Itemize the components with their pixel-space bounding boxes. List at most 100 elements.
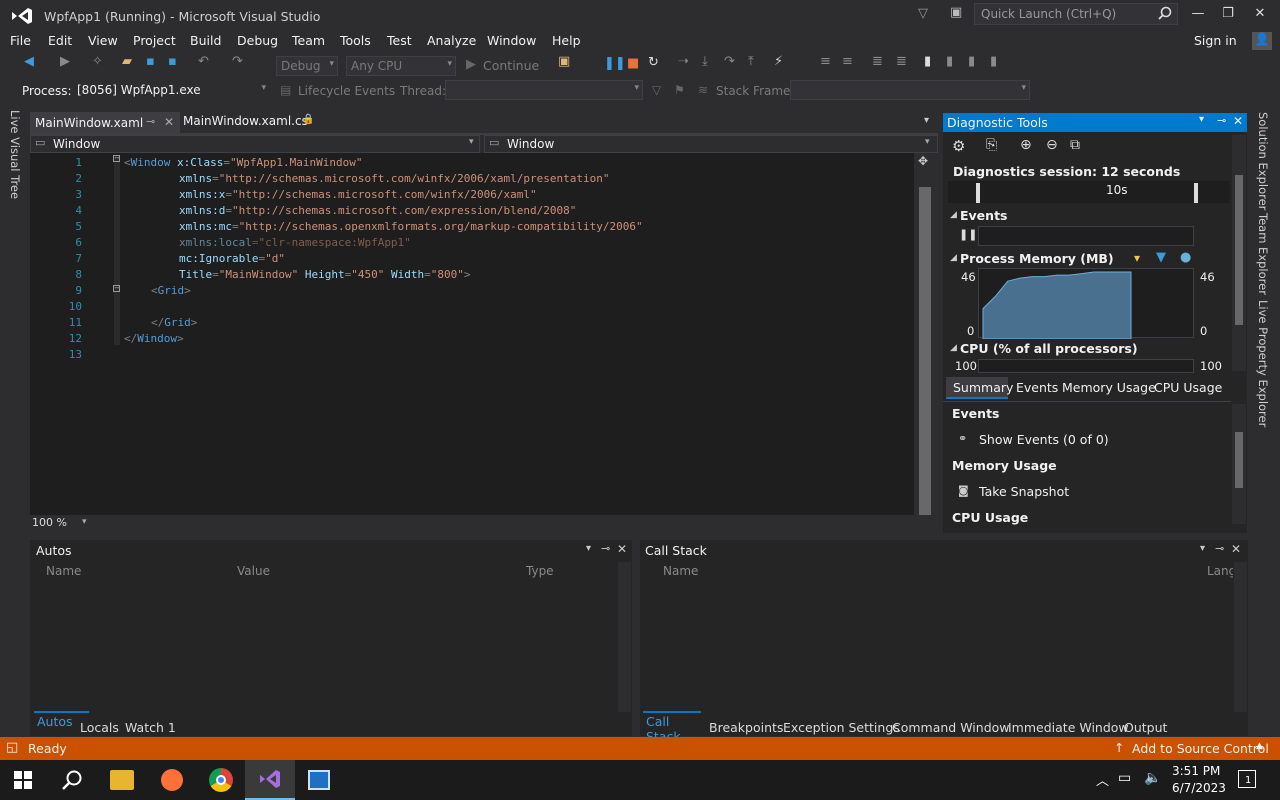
scroll-thumb[interactable] xyxy=(919,187,931,517)
zoom-out-icon[interactable]: ⊖ xyxy=(1046,137,1058,153)
tab-output[interactable]: Output xyxy=(1124,720,1167,735)
autos-scrollbar[interactable] xyxy=(618,562,631,712)
tab-call-stack[interactable]: Call Stack xyxy=(643,711,701,744)
back-icon[interactable]: ◀ xyxy=(24,54,34,69)
tab-events[interactable]: Events xyxy=(1016,380,1058,395)
volume-icon[interactable]: 🔈 xyxy=(1144,770,1161,786)
firefox-icon[interactable] xyxy=(161,769,183,791)
export-icon[interactable]: ⎘ xyxy=(986,137,997,153)
tab-watch-1[interactable]: Watch 1 xyxy=(125,720,176,735)
menu-project[interactable]: Project xyxy=(133,33,176,48)
tab-overflow-icon[interactable]: ▾ xyxy=(924,115,929,126)
menu-view[interactable]: View xyxy=(88,33,118,48)
collapse-icon[interactable]: − xyxy=(113,285,120,292)
summary-scrollbar[interactable] xyxy=(1232,404,1246,524)
hot-reload-icon[interactable]: ⚡ xyxy=(774,54,783,69)
type-navigator[interactable]: ▭ Window ▾ xyxy=(30,135,480,153)
solution-explorer-tab[interactable]: Solution Explorer xyxy=(1256,112,1270,210)
menu-file[interactable]: File xyxy=(10,33,31,48)
toolbar-icon-a[interactable]: ≡ xyxy=(820,54,831,69)
column-header-value[interactable]: Value xyxy=(237,564,270,578)
wpf-app-taskbar-icon[interactable] xyxy=(308,770,330,790)
step-out-icon[interactable]: ⤒ xyxy=(748,54,754,69)
menu-help[interactable]: Help xyxy=(552,33,581,48)
tab-locals[interactable]: Locals xyxy=(80,720,119,735)
step-over-icon[interactable]: ↷ xyxy=(724,54,735,69)
close-icon[interactable]: ✕ xyxy=(1233,114,1243,128)
sign-in-link[interactable]: Sign in xyxy=(1194,33,1237,48)
toolbar-icon-b[interactable]: ≡ xyxy=(842,54,853,69)
uncomment-icon[interactable]: ≣ xyxy=(896,54,907,69)
memory-graph[interactable] xyxy=(978,268,1194,340)
menu-test[interactable]: Test xyxy=(387,33,412,48)
scroll-thumb[interactable] xyxy=(1235,432,1243,488)
restore-button[interactable]: ❐ xyxy=(1218,6,1238,24)
member-navigator[interactable]: ▭ Window ▾ xyxy=(484,135,938,153)
live-property-explorer-tab[interactable]: Live Property Explorer xyxy=(1256,300,1270,427)
split-icon[interactable]: ✥ xyxy=(918,154,928,168)
expand-icon[interactable]: ◢ xyxy=(950,253,957,263)
filter-icon[interactable]: ▽ xyxy=(918,6,928,21)
column-header-name[interactable]: Name xyxy=(663,564,698,578)
close-button[interactable]: ✕ xyxy=(1250,6,1270,24)
feedback-icon[interactable]: ▣ xyxy=(950,5,962,20)
chrome-icon[interactable] xyxy=(209,768,233,792)
show-next-statement-icon[interactable]: ➝ xyxy=(678,54,689,69)
network-icon[interactable]: ▭ xyxy=(1118,770,1131,786)
prev-bookmark-icon[interactable]: ▮ xyxy=(946,54,953,69)
tab-mainwindow-xaml[interactable]: MainWindow.xaml ⊸ ✕ xyxy=(30,112,180,133)
thread-dropdown[interactable] xyxy=(445,80,643,100)
pin-icon[interactable]: ⊸ xyxy=(1215,542,1224,555)
call-stack-scrollbar[interactable] xyxy=(1234,562,1247,712)
expand-icon[interactable]: ◢ xyxy=(950,343,957,353)
cpu-graph[interactable] xyxy=(978,359,1194,373)
column-header-name[interactable]: Name xyxy=(46,564,81,578)
chevron-up-icon[interactable]: ︿ xyxy=(1096,770,1109,789)
stack-frame-dropdown[interactable] xyxy=(790,80,1030,100)
stop-icon[interactable]: ■ xyxy=(627,56,639,71)
save-all-icon[interactable]: ▪ xyxy=(168,54,177,69)
timeline-start-handle[interactable] xyxy=(976,183,980,203)
filter-thread-icon[interactable]: ▽ xyxy=(652,83,661,97)
menu-window[interactable]: Window xyxy=(487,33,536,48)
new-project-icon[interactable]: ✧ xyxy=(92,54,103,69)
add-to-source-control-button[interactable]: Add to Source Control xyxy=(1132,741,1269,756)
bookmark-icon[interactable]: ▮ xyxy=(924,54,931,69)
menu-tools[interactable]: Tools xyxy=(340,33,371,48)
account-icon[interactable]: 👤 xyxy=(1252,32,1272,50)
dropdown-icon[interactable]: ▾ xyxy=(1200,543,1205,554)
diagnostic-scrollbar[interactable] xyxy=(1232,135,1246,371)
timeline-end-handle[interactable] xyxy=(1194,183,1198,203)
tab-immediate-window[interactable]: Immediate Window xyxy=(1008,720,1129,735)
pause-events-icon[interactable]: ❚❚ xyxy=(959,228,977,241)
windows-start-icon[interactable] xyxy=(14,771,32,789)
minimize-button[interactable]: — xyxy=(1188,6,1208,24)
flag-thread-icon[interactable]: ⚑ xyxy=(674,83,685,97)
show-events-link[interactable]: Show Events (0 of 0) xyxy=(979,432,1109,447)
file-explorer-icon[interactable] xyxy=(110,770,134,790)
config-dropdown[interactable]: Debug xyxy=(276,56,338,76)
forward-icon[interactable]: ▶ xyxy=(60,54,70,69)
next-bookmark-icon[interactable]: ▮ xyxy=(968,54,975,69)
undo-icon[interactable]: ↶ xyxy=(198,54,209,69)
continue-button[interactable]: Continue xyxy=(483,58,539,73)
timeline-ruler[interactable]: 10s xyxy=(948,181,1230,203)
search-icon[interactable] xyxy=(1158,6,1172,20)
menu-analyze[interactable]: Analyze xyxy=(427,33,476,48)
menu-build[interactable]: Build xyxy=(190,33,221,48)
close-icon[interactable]: ✕ xyxy=(617,542,627,556)
restart-icon[interactable]: ↻ xyxy=(648,55,659,70)
platform-dropdown[interactable]: Any CPU xyxy=(346,56,456,76)
dropdown-icon[interactable]: ▾ xyxy=(586,543,591,554)
open-file-icon[interactable]: ▰ xyxy=(122,54,132,69)
redo-icon[interactable]: ↷ xyxy=(232,54,243,69)
pause-icon[interactable]: ❚❚ xyxy=(604,56,626,71)
vertical-scrollbar[interactable] xyxy=(916,153,936,517)
org-chart-icon[interactable]: ⧉ xyxy=(1070,137,1080,153)
quick-launch-input[interactable]: Quick Launch (Ctrl+Q) xyxy=(974,3,1178,25)
dropdown-icon[interactable]: ▾ xyxy=(1199,114,1204,125)
debug-target-icon[interactable]: ▣ xyxy=(558,54,570,69)
search-icon[interactable] xyxy=(62,770,82,790)
tab-mainwindow-xaml-cs[interactable]: MainWindow.xaml.cs 🔒 xyxy=(178,112,318,133)
pin-icon[interactable]: ⊸ xyxy=(146,115,155,128)
